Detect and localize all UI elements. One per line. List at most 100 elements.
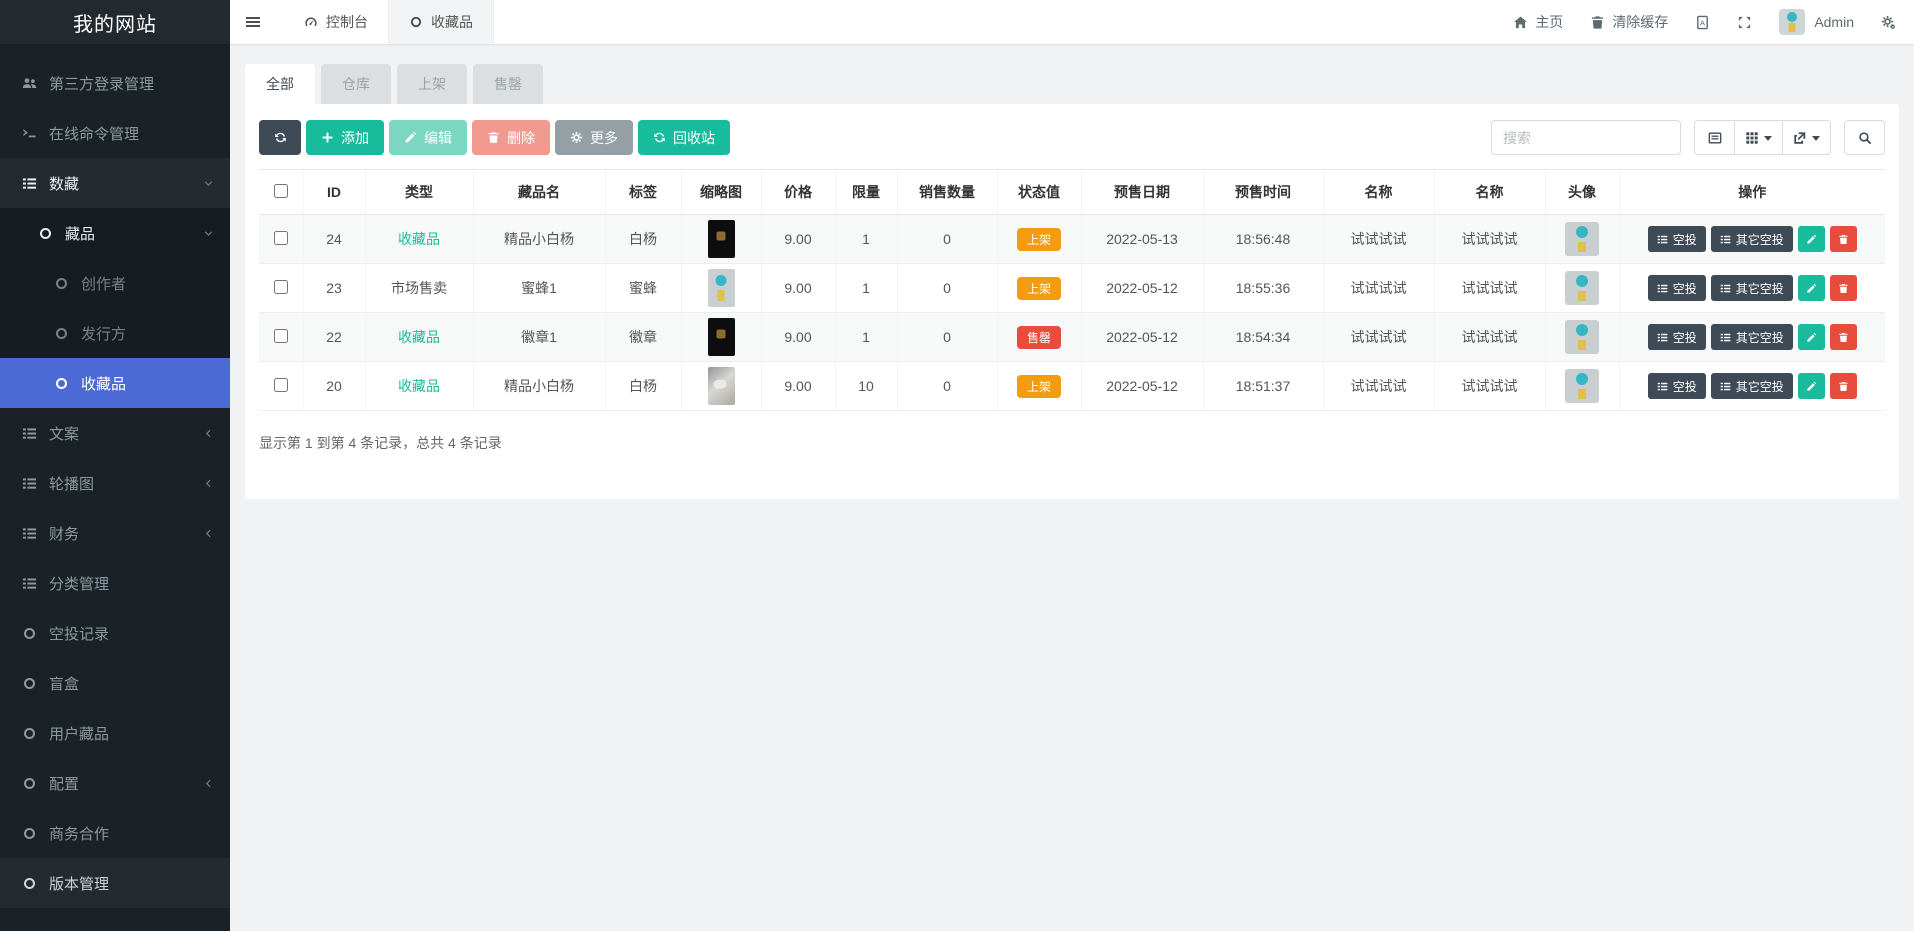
- row-actions: 空投 其它空投: [1626, 275, 1880, 301]
- other-airdrop-button-label: 其它空投: [1736, 280, 1784, 297]
- cell-avatar: [1545, 313, 1619, 362]
- airdrop-button[interactable]: 空投: [1648, 275, 1706, 301]
- circle-icon: [22, 876, 49, 891]
- status-badge: 售罄: [1017, 326, 1061, 349]
- filter-tab-sold-out[interactable]: 售罄: [473, 64, 543, 104]
- sidebar-item-digital-collection[interactable]: 数藏: [0, 158, 230, 208]
- row-checkbox[interactable]: [274, 280, 288, 294]
- cell-presale-date: 2022-05-12: [1081, 362, 1203, 411]
- app-window: 我的网站 第三方登录管理在线命令管理数藏藏品创作者发行方收藏品文案轮播图财务分类…: [0, 0, 1914, 931]
- sidebar: 我的网站 第三方登录管理在线命令管理数藏藏品创作者发行方收藏品文案轮播图财务分类…: [0, 0, 230, 931]
- list-icon: [22, 176, 49, 191]
- cell-type: 收藏品: [365, 313, 473, 362]
- user-menu[interactable]: Admin: [1779, 9, 1854, 35]
- chevron-down-icon: [203, 228, 214, 239]
- sidebar-item-blind-box[interactable]: 盲盒: [0, 658, 230, 708]
- cell-limit: 10: [835, 362, 897, 411]
- cell-collection-name: 蜜蜂1: [473, 264, 605, 313]
- status-badge: 上架: [1017, 277, 1061, 300]
- sidebar-item-issuer[interactable]: 发行方: [0, 308, 230, 358]
- column-header: 预售时间: [1203, 170, 1323, 215]
- list-icon: [1657, 381, 1668, 392]
- export-button[interactable]: [1783, 120, 1831, 155]
- chevron-left-icon: [203, 528, 214, 539]
- search-input[interactable]: [1491, 120, 1681, 155]
- filter-tab-all[interactable]: 全部: [245, 64, 315, 104]
- cell-actions: 空投其它空投: [1619, 215, 1885, 264]
- navbar-tab-collectibles[interactable]: 收藏品: [388, 0, 494, 44]
- sidebar-item-online-command[interactable]: 在线命令管理: [0, 108, 230, 158]
- list-icon: [1657, 332, 1668, 343]
- sidebar-item-copywriting[interactable]: 文案: [0, 408, 230, 458]
- sidebar-item-business-cooperation[interactable]: 商务合作: [0, 808, 230, 858]
- table-row: 23市场售卖蜜蜂1蜜蜂9.0010上架2022-05-1218:55:36试试试…: [259, 264, 1885, 313]
- edit-button[interactable]: 编辑: [389, 120, 467, 155]
- sidebar-toggle-button[interactable]: [230, 0, 276, 44]
- cell-id: 20: [303, 362, 365, 411]
- row-checkbox[interactable]: [274, 378, 288, 392]
- delete-button[interactable]: 删除: [472, 120, 550, 155]
- filter-tab-on-shelf[interactable]: 上架: [397, 64, 467, 104]
- row-checkbox[interactable]: [274, 329, 288, 343]
- row-delete-button[interactable]: [1830, 324, 1857, 350]
- sidebar-item-airdrop-records[interactable]: 空投记录: [0, 608, 230, 658]
- sidebar-item-third-party-login[interactable]: 第三方登录管理: [0, 58, 230, 108]
- other-airdrop-button[interactable]: 其它空投: [1711, 324, 1793, 350]
- cell-tag: 白杨: [605, 362, 681, 411]
- terminal-icon: [22, 126, 49, 141]
- columns-button[interactable]: [1735, 120, 1783, 155]
- language-switch-icon[interactable]: A: [1695, 15, 1710, 30]
- chevron-left-icon: [203, 778, 214, 789]
- navbar-tab-console[interactable]: 控制台: [284, 0, 388, 44]
- thumbnail-image: [708, 367, 735, 405]
- add-button[interactable]: 添加: [306, 120, 384, 155]
- airdrop-button[interactable]: 空投: [1648, 373, 1706, 399]
- fullscreen-icon[interactable]: [1737, 15, 1752, 30]
- row-select-cell: [259, 362, 303, 411]
- row-delete-button[interactable]: [1830, 226, 1857, 252]
- row-edit-button[interactable]: [1798, 324, 1825, 350]
- airdrop-button[interactable]: 空投: [1648, 324, 1706, 350]
- list-icon: [22, 576, 49, 591]
- other-airdrop-button-label: 其它空投: [1736, 329, 1784, 346]
- cell-name-b: 试试试试: [1434, 215, 1545, 264]
- cell-name-a: 试试试试: [1323, 264, 1434, 313]
- sidebar-item-user-collection[interactable]: 用户藏品: [0, 708, 230, 758]
- toggle-view-button[interactable]: [1694, 120, 1735, 155]
- cell-presale-time: 18:56:48: [1203, 215, 1323, 264]
- other-airdrop-button[interactable]: 其它空投: [1711, 226, 1793, 252]
- sidebar-item-collection[interactable]: 藏品: [0, 208, 230, 258]
- row-checkbox[interactable]: [274, 231, 288, 245]
- list-icon: [1657, 283, 1668, 294]
- row-edit-button[interactable]: [1798, 226, 1825, 252]
- column-header: 名称: [1434, 170, 1545, 215]
- row-edit-button[interactable]: [1798, 373, 1825, 399]
- sidebar-item-finance[interactable]: 财务: [0, 508, 230, 558]
- sidebar-item-creator[interactable]: 创作者: [0, 258, 230, 308]
- row-delete-button[interactable]: [1830, 275, 1857, 301]
- sidebar-item-version-management[interactable]: 版本管理: [0, 858, 230, 908]
- other-airdrop-button[interactable]: 其它空投: [1711, 275, 1793, 301]
- filter-tab-warehouse[interactable]: 仓库: [321, 64, 391, 104]
- sidebar-item-category-management[interactable]: 分类管理: [0, 558, 230, 608]
- more-button[interactable]: 更多: [555, 120, 633, 155]
- sidebar-item-carousel[interactable]: 轮播图: [0, 458, 230, 508]
- row-delete-button[interactable]: [1830, 373, 1857, 399]
- row-edit-button[interactable]: [1798, 275, 1825, 301]
- sidebar-item-collectibles[interactable]: 收藏品: [0, 358, 230, 408]
- refresh-button[interactable]: [259, 120, 301, 155]
- sidebar-item-label: 创作者: [81, 273, 126, 294]
- recycle-bin-button[interactable]: 回收站: [638, 120, 730, 155]
- select-all-checkbox[interactable]: [274, 184, 288, 198]
- column-header: 价格: [761, 170, 835, 215]
- sidebar-item-config[interactable]: 配置: [0, 758, 230, 808]
- export-icon: [1793, 131, 1807, 145]
- search-button[interactable]: [1844, 120, 1885, 155]
- column-header: 限量: [835, 170, 897, 215]
- clear-cache-link[interactable]: 清除缓存: [1590, 12, 1668, 32]
- airdrop-button[interactable]: 空投: [1648, 226, 1706, 252]
- sidebar-item-label: 版本管理: [49, 873, 109, 894]
- home-link[interactable]: 主页: [1513, 12, 1563, 32]
- other-airdrop-button[interactable]: 其它空投: [1711, 373, 1793, 399]
- settings-gears-icon[interactable]: [1881, 15, 1896, 30]
